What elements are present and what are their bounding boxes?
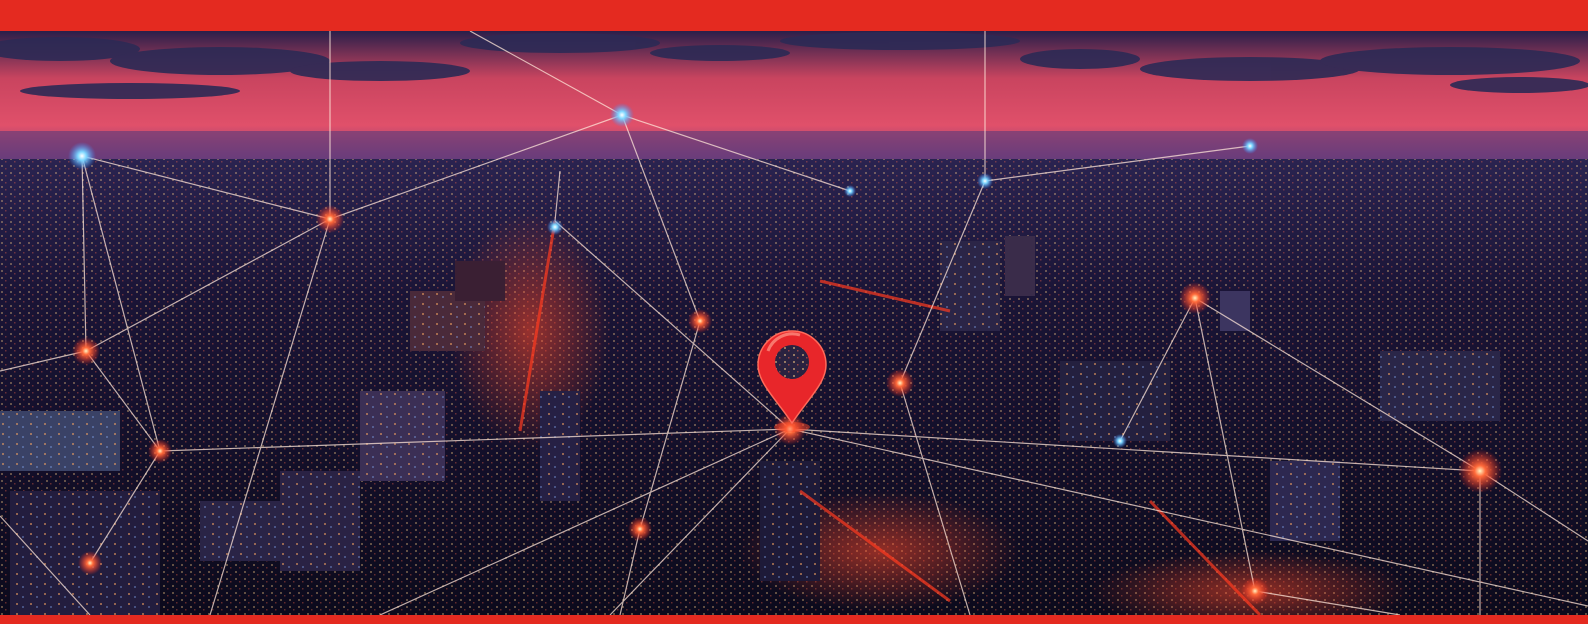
bottom-brand-bar xyxy=(0,615,1588,624)
page xyxy=(0,0,1588,624)
hero-illustration xyxy=(0,31,1588,615)
hero-image-city-network xyxy=(0,31,1588,615)
top-brand-bar xyxy=(0,0,1588,31)
